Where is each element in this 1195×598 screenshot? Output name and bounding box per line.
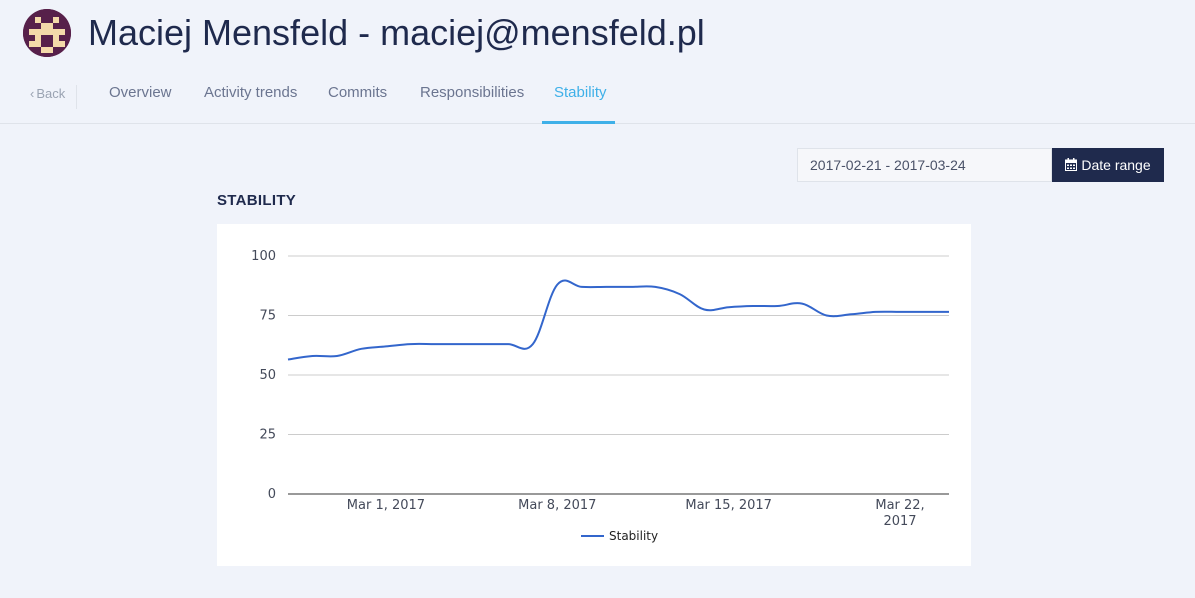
section-title: STABILITY xyxy=(217,192,297,209)
pixel-invader-icon xyxy=(23,9,71,57)
tab-stability[interactable]: Stability xyxy=(554,84,607,102)
profile-nav: ‹ Back Overview Activity trends Commits R… xyxy=(0,72,1195,124)
legend-label: Stability xyxy=(609,529,658,543)
series-line-stability xyxy=(287,279,949,361)
stability-chart-card: 0 25 50 75 100 Mar 1, 2017 Mar 8, 2017 Mar 15, … xyxy=(217,224,971,566)
stability-chart: 0 25 50 75 100 Mar 1, 2017 Mar 8, 2017 Mar 15, … xyxy=(251,249,949,543)
date-range-input[interactable]: 2017-02-21 - 2017-03-24 xyxy=(797,148,1052,182)
back-link[interactable]: ‹ Back xyxy=(30,85,78,109)
x-tick-label: 2017 xyxy=(883,514,916,529)
x-tick-label: Mar 22, xyxy=(875,498,924,513)
page-header: Maciej Mensfeld - maciej@mensfeld.pl ‹ Ba… xyxy=(0,0,1195,124)
x-tick-label: Mar 15, 2017 xyxy=(685,498,772,513)
tab-responsibilities[interactable]: Responsibilities xyxy=(420,84,524,102)
active-tab-indicator xyxy=(542,121,615,124)
tab-commits[interactable]: Commits xyxy=(328,84,387,102)
date-range-button-label: Date range xyxy=(1081,157,1151,173)
tab-activity-trends[interactable]: Activity trends xyxy=(204,84,297,102)
page-title: Maciej Mensfeld - maciej@mensfeld.pl xyxy=(88,12,705,53)
chevron-left-icon: ‹ xyxy=(30,86,35,101)
y-tick-label: 0 xyxy=(268,487,276,502)
x-tick-label: Mar 1, 2017 xyxy=(347,498,425,513)
date-range-button[interactable]: Date range xyxy=(1052,148,1164,182)
y-tick-label: 75 xyxy=(259,309,276,324)
user-avatar xyxy=(23,9,71,57)
y-tick-label: 100 xyxy=(251,249,276,264)
back-label: Back xyxy=(36,86,66,101)
y-tick-label: 25 xyxy=(259,428,276,443)
y-tick-label: 50 xyxy=(259,368,276,383)
tab-overview[interactable]: Overview xyxy=(109,84,172,102)
calendar-icon xyxy=(1065,158,1078,171)
x-tick-label: Mar 8, 2017 xyxy=(518,498,596,513)
